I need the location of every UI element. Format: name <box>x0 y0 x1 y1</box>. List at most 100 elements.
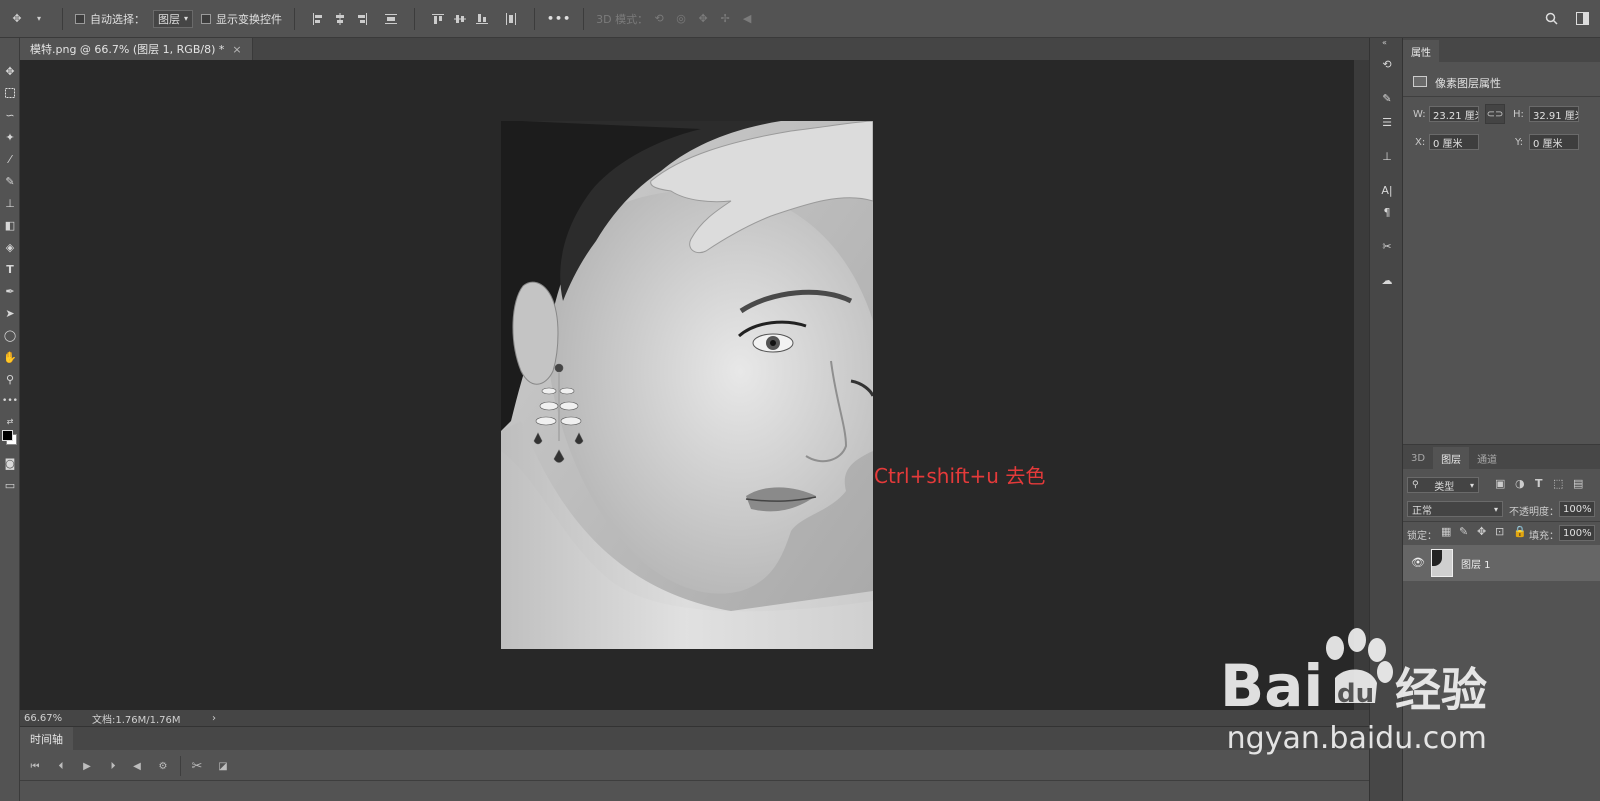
paragraph-icon[interactable]: ¶ <box>1377 202 1397 222</box>
lock-transparent-icon[interactable]: ▦ <box>1441 525 1451 538</box>
auto-select-checkbox[interactable]: 自动选择： <box>69 0 151 38</box>
lock-all-icon[interactable]: 🔒 <box>1513 525 1527 538</box>
go-to-first-frame-icon[interactable]: ⏮ <box>26 758 44 774</box>
character-icon[interactable]: A| <box>1377 180 1397 200</box>
visibility-eye-icon[interactable]: 👁 <box>1411 556 1425 569</box>
previous-frame-icon[interactable]: ⏴ <box>52 758 70 774</box>
more-tools-icon[interactable]: ••• <box>0 392 20 410</box>
settings-gear-icon[interactable]: ⚙ <box>154 758 172 774</box>
x-position-field[interactable]: 0 厘米 <box>1429 134 1479 150</box>
hand-tool-icon[interactable]: ✋ <box>0 348 20 366</box>
height-field[interactable]: 32.91 厘米 <box>1529 106 1579 122</box>
mode-3d-group: 3D 模式： ⟲ ◎ ✥ ✢ ◀ <box>590 0 764 38</box>
brush-settings-icon[interactable]: ✎ <box>1377 88 1397 108</box>
brush-tool-icon[interactable]: ✎ <box>0 172 20 190</box>
eraser-tool-icon[interactable]: ◧ <box>0 216 20 234</box>
document-size-info: 文档:1.76M/1.76M <box>92 714 181 726</box>
tab-channels[interactable]: 通道 <box>1469 447 1505 469</box>
zoom-tool-icon[interactable]: ⚲ <box>0 370 20 388</box>
next-frame-icon[interactable]: ⏵ <box>104 758 122 774</box>
swap-colors-icon[interactable]: ⇄ <box>0 412 20 430</box>
filter-adjustment-icon[interactable]: ◑ <box>1515 477 1525 490</box>
adjustments-icon[interactable]: ☰ <box>1377 112 1397 132</box>
screen-mode-icon[interactable]: ▭ <box>0 476 20 494</box>
filter-pixel-icon[interactable]: ▣ <box>1495 477 1505 490</box>
tab-layers[interactable]: 图层 <box>1433 447 1470 469</box>
filter-type-icon[interactable]: T <box>1535 477 1543 490</box>
auto-select-target-dropdown[interactable]: 图层 ▾ <box>153 9 194 28</box>
close-icon[interactable]: × <box>232 43 241 56</box>
status-menu-arrow[interactable]: › <box>200 713 216 724</box>
width-field[interactable]: 23.21 厘米 <box>1429 106 1479 122</box>
workspace-icon[interactable] <box>1574 11 1590 27</box>
y-label: Y: <box>1515 137 1524 148</box>
width-label: W: <box>1413 109 1426 120</box>
audio-icon[interactable]: ◀ <box>128 758 146 774</box>
paint-bucket-tool-icon[interactable]: ◈ <box>0 238 20 256</box>
quick-mask-icon[interactable]: ◙ <box>0 454 20 472</box>
distribute-vertical-icon[interactable] <box>383 11 399 27</box>
drag-3d-icon[interactable]: ✥ <box>695 11 711 27</box>
clone-source-icon[interactable]: ⊥ <box>1377 146 1397 166</box>
layer-filter-value: 类型 <box>1434 481 1455 493</box>
transition-icon[interactable]: ◪ <box>214 758 232 774</box>
align-right-edges-icon[interactable] <box>354 11 370 27</box>
foreground-color-swatch[interactable] <box>2 430 13 441</box>
marquee-tool-icon[interactable] <box>0 84 20 102</box>
type-tool-icon[interactable]: T <box>0 260 20 278</box>
properties-section-title: 像素图层属性 <box>1435 77 1501 90</box>
clone-stamp-tool-icon[interactable]: ⊥ <box>0 194 20 212</box>
opacity-field[interactable]: 100% <box>1559 501 1595 517</box>
y-position-field[interactable]: 0 厘米 <box>1529 134 1579 150</box>
roll-3d-icon[interactable]: ◎ <box>673 11 689 27</box>
properties-panel: 属性 像素图层属性 W: 23.21 厘米 ⊂⊃ H: 32.91 厘米 X: … <box>1403 38 1600 444</box>
video-camera-icon[interactable]: ◀ <box>739 11 755 27</box>
tab-3d[interactable]: 3D <box>1403 447 1433 469</box>
document-tab[interactable]: 模特.png @ 66.7% (图层 1, RGB/8) * × <box>20 38 253 60</box>
lock-artboard-icon[interactable]: ⊡ <box>1495 525 1504 538</box>
move-tool-preset[interactable]: ✥ ▾ <box>0 0 56 38</box>
link-dimensions-icon[interactable]: ⊂⊃ <box>1485 104 1505 124</box>
split-scissors-icon[interactable]: ✂ <box>188 758 206 774</box>
lock-position-icon[interactable]: ✥ <box>1477 525 1486 538</box>
filter-smart-object-icon[interactable]: ▤ <box>1573 477 1583 490</box>
fill-field[interactable]: 100% <box>1559 525 1595 541</box>
filter-shape-icon[interactable]: ⬚ <box>1553 477 1563 490</box>
tool-presets-icon[interactable]: ✂ <box>1377 236 1397 256</box>
more-options-button[interactable]: ••• <box>541 0 577 38</box>
move-tool-icon[interactable]: ✥ <box>0 62 20 80</box>
watermark-url-text: jingyan.baidu.com <box>1225 721 1487 756</box>
collapse-panels-icon[interactable]: « <box>1382 38 1387 47</box>
align-horizontal-centers-icon[interactable] <box>332 11 348 27</box>
pen-tool-icon[interactable]: ✒ <box>0 282 20 300</box>
align-bottom-edges-icon[interactable] <box>474 11 490 27</box>
lock-pixels-icon[interactable]: ✎ <box>1459 525 1468 538</box>
search-icon[interactable] <box>1543 11 1559 27</box>
thumbnail-hair <box>1432 550 1442 566</box>
align-top-edges-icon[interactable] <box>430 11 446 27</box>
align-left-edges-icon[interactable] <box>310 11 326 27</box>
zoom-level[interactable]: 66.67% <box>20 713 80 724</box>
layer-filter-dropdown[interactable]: ⚲ 类型 ▾ <box>1407 477 1479 493</box>
tab-properties[interactable]: 属性 <box>1403 40 1439 62</box>
path-selection-tool-icon[interactable]: ➤ <box>0 304 20 322</box>
checkbox-box <box>75 13 85 24</box>
align-vertical-centers-icon[interactable] <box>452 11 468 27</box>
ellipse-tool-icon[interactable]: ◯ <box>0 326 20 344</box>
distribute-horizontal-icon[interactable] <box>503 11 519 27</box>
divider <box>294 7 296 30</box>
orbit-3d-icon[interactable]: ⟲ <box>651 11 667 27</box>
play-icon[interactable]: ▶ <box>78 758 96 774</box>
lasso-tool-icon[interactable]: ∽ <box>0 106 20 124</box>
tab-timeline[interactable]: 时间轴 <box>20 727 73 751</box>
layer-name[interactable]: 图层 1 <box>1461 556 1491 571</box>
magic-wand-tool-icon[interactable]: ✦ <box>0 128 20 146</box>
blend-mode-dropdown[interactable]: 正常 ▾ <box>1407 501 1503 517</box>
slide-3d-icon[interactable]: ✢ <box>717 11 733 27</box>
layer-row[interactable]: 👁 图层 1 <box>1403 545 1600 581</box>
vertical-scrollbar[interactable] <box>1354 60 1369 710</box>
show-transform-checkbox[interactable]: 显示变换控件 <box>195 0 288 38</box>
eyedropper-tool-icon[interactable]: ⁄ <box>0 150 20 168</box>
libraries-icon[interactable]: ☁ <box>1377 270 1397 290</box>
history-icon[interactable]: ⟲ <box>1377 54 1397 74</box>
